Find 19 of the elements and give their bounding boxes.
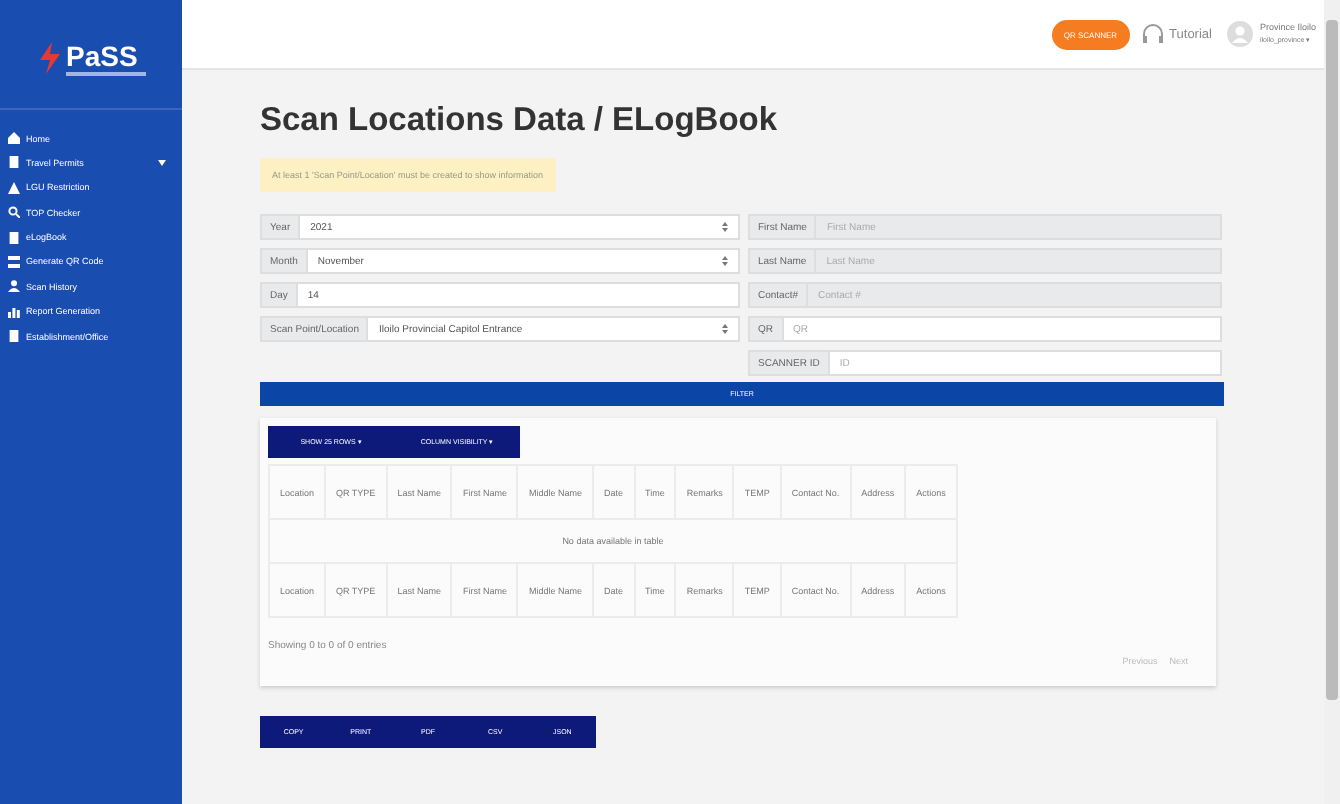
document-icon bbox=[8, 156, 20, 169]
grid-icon bbox=[8, 255, 20, 268]
logo-icon bbox=[36, 42, 64, 74]
scrollbar[interactable] bbox=[1324, 0, 1340, 804]
sort-arrows-icon bbox=[722, 324, 728, 334]
document-icon bbox=[8, 330, 20, 343]
page-title: Scan Locations Data / ELogBook bbox=[260, 102, 780, 140]
logo-text: PaSS bbox=[66, 41, 140, 69]
sort-arrows-icon bbox=[722, 256, 728, 266]
headphones-icon bbox=[1141, 24, 1164, 44]
document-icon bbox=[8, 231, 20, 244]
avatar-icon bbox=[1225, 20, 1254, 48]
sort-arrows-icon bbox=[722, 222, 728, 232]
tagline-stripe-icon bbox=[66, 71, 146, 75]
warning-icon bbox=[8, 181, 20, 194]
chart-icon bbox=[8, 305, 20, 318]
house-icon bbox=[8, 132, 20, 144]
search-icon bbox=[8, 206, 20, 219]
person-icon bbox=[8, 280, 20, 293]
